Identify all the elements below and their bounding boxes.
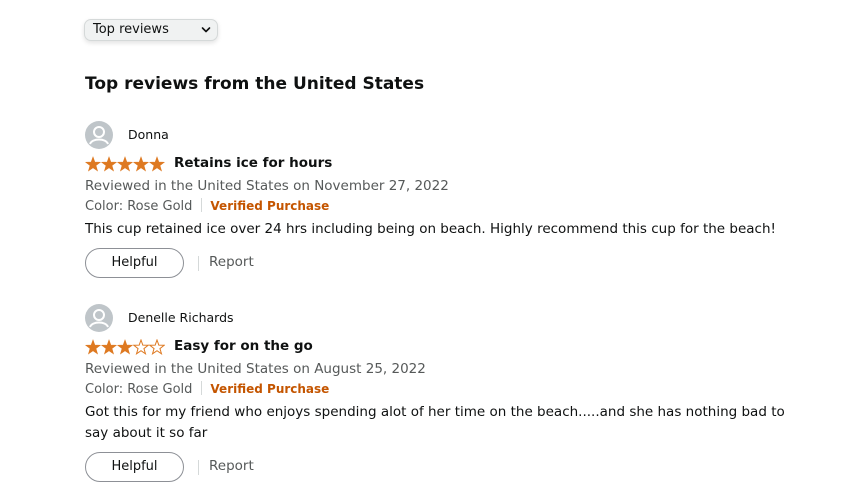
review-title[interactable]: Easy for on the go bbox=[174, 338, 313, 354]
avatar-icon bbox=[85, 121, 113, 149]
divider bbox=[201, 381, 203, 395]
star-filled-icon bbox=[100, 339, 118, 355]
review-card: Denelle Richards Easy for on the go Revi… bbox=[85, 304, 785, 484]
reviewer-name: Donna bbox=[128, 127, 169, 142]
report-link[interactable]: Report bbox=[209, 254, 254, 270]
review-body: Got this for my friend who enjoys spendi… bbox=[85, 404, 785, 441]
helpful-button[interactable]: Helpful bbox=[85, 452, 184, 482]
star-filled-icon bbox=[148, 156, 165, 172]
star-rating[interactable] bbox=[85, 339, 165, 355]
sort-dropdown[interactable]: Top reviews bbox=[84, 19, 218, 41]
star-filled-icon bbox=[116, 339, 134, 355]
star-empty-icon bbox=[132, 339, 150, 355]
chevron-down-icon bbox=[201, 27, 211, 33]
review-body: This cup retained ice over 24 hrs includ… bbox=[85, 221, 776, 237]
review-card: Donna Retains ice for hours Reviewed in … bbox=[85, 121, 785, 280]
divider bbox=[198, 256, 199, 271]
verified-purchase-badge[interactable]: Verified Purchase bbox=[210, 382, 329, 396]
review-date: Reviewed in the United States on Novembe… bbox=[85, 178, 449, 194]
divider bbox=[198, 460, 199, 475]
verified-purchase-badge[interactable]: Verified Purchase bbox=[210, 199, 329, 213]
divider bbox=[201, 198, 203, 212]
reviewer-name: Denelle Richards bbox=[128, 310, 234, 325]
star-filled-icon bbox=[116, 156, 134, 172]
star-filled-icon bbox=[100, 156, 118, 172]
star-filled-icon bbox=[85, 339, 102, 355]
product-variant[interactable]: Color: Rose Gold bbox=[85, 199, 192, 214]
sort-selected-label: Top reviews bbox=[93, 22, 169, 37]
reviewer-profile[interactable]: Donna bbox=[85, 121, 785, 151]
review-title[interactable]: Retains ice for hours bbox=[174, 155, 332, 171]
star-empty-icon bbox=[148, 339, 165, 355]
product-variant[interactable]: Color: Rose Gold bbox=[85, 382, 192, 397]
reviewer-profile[interactable]: Denelle Richards bbox=[85, 304, 785, 334]
star-filled-icon bbox=[132, 156, 150, 172]
star-filled-icon bbox=[85, 156, 102, 172]
avatar-icon bbox=[85, 304, 113, 332]
star-rating[interactable] bbox=[85, 156, 165, 172]
section-title: Top reviews from the United States bbox=[85, 74, 425, 94]
helpful-button[interactable]: Helpful bbox=[85, 248, 184, 278]
review-date: Reviewed in the United States on August … bbox=[85, 361, 426, 377]
report-link[interactable]: Report bbox=[209, 458, 254, 474]
